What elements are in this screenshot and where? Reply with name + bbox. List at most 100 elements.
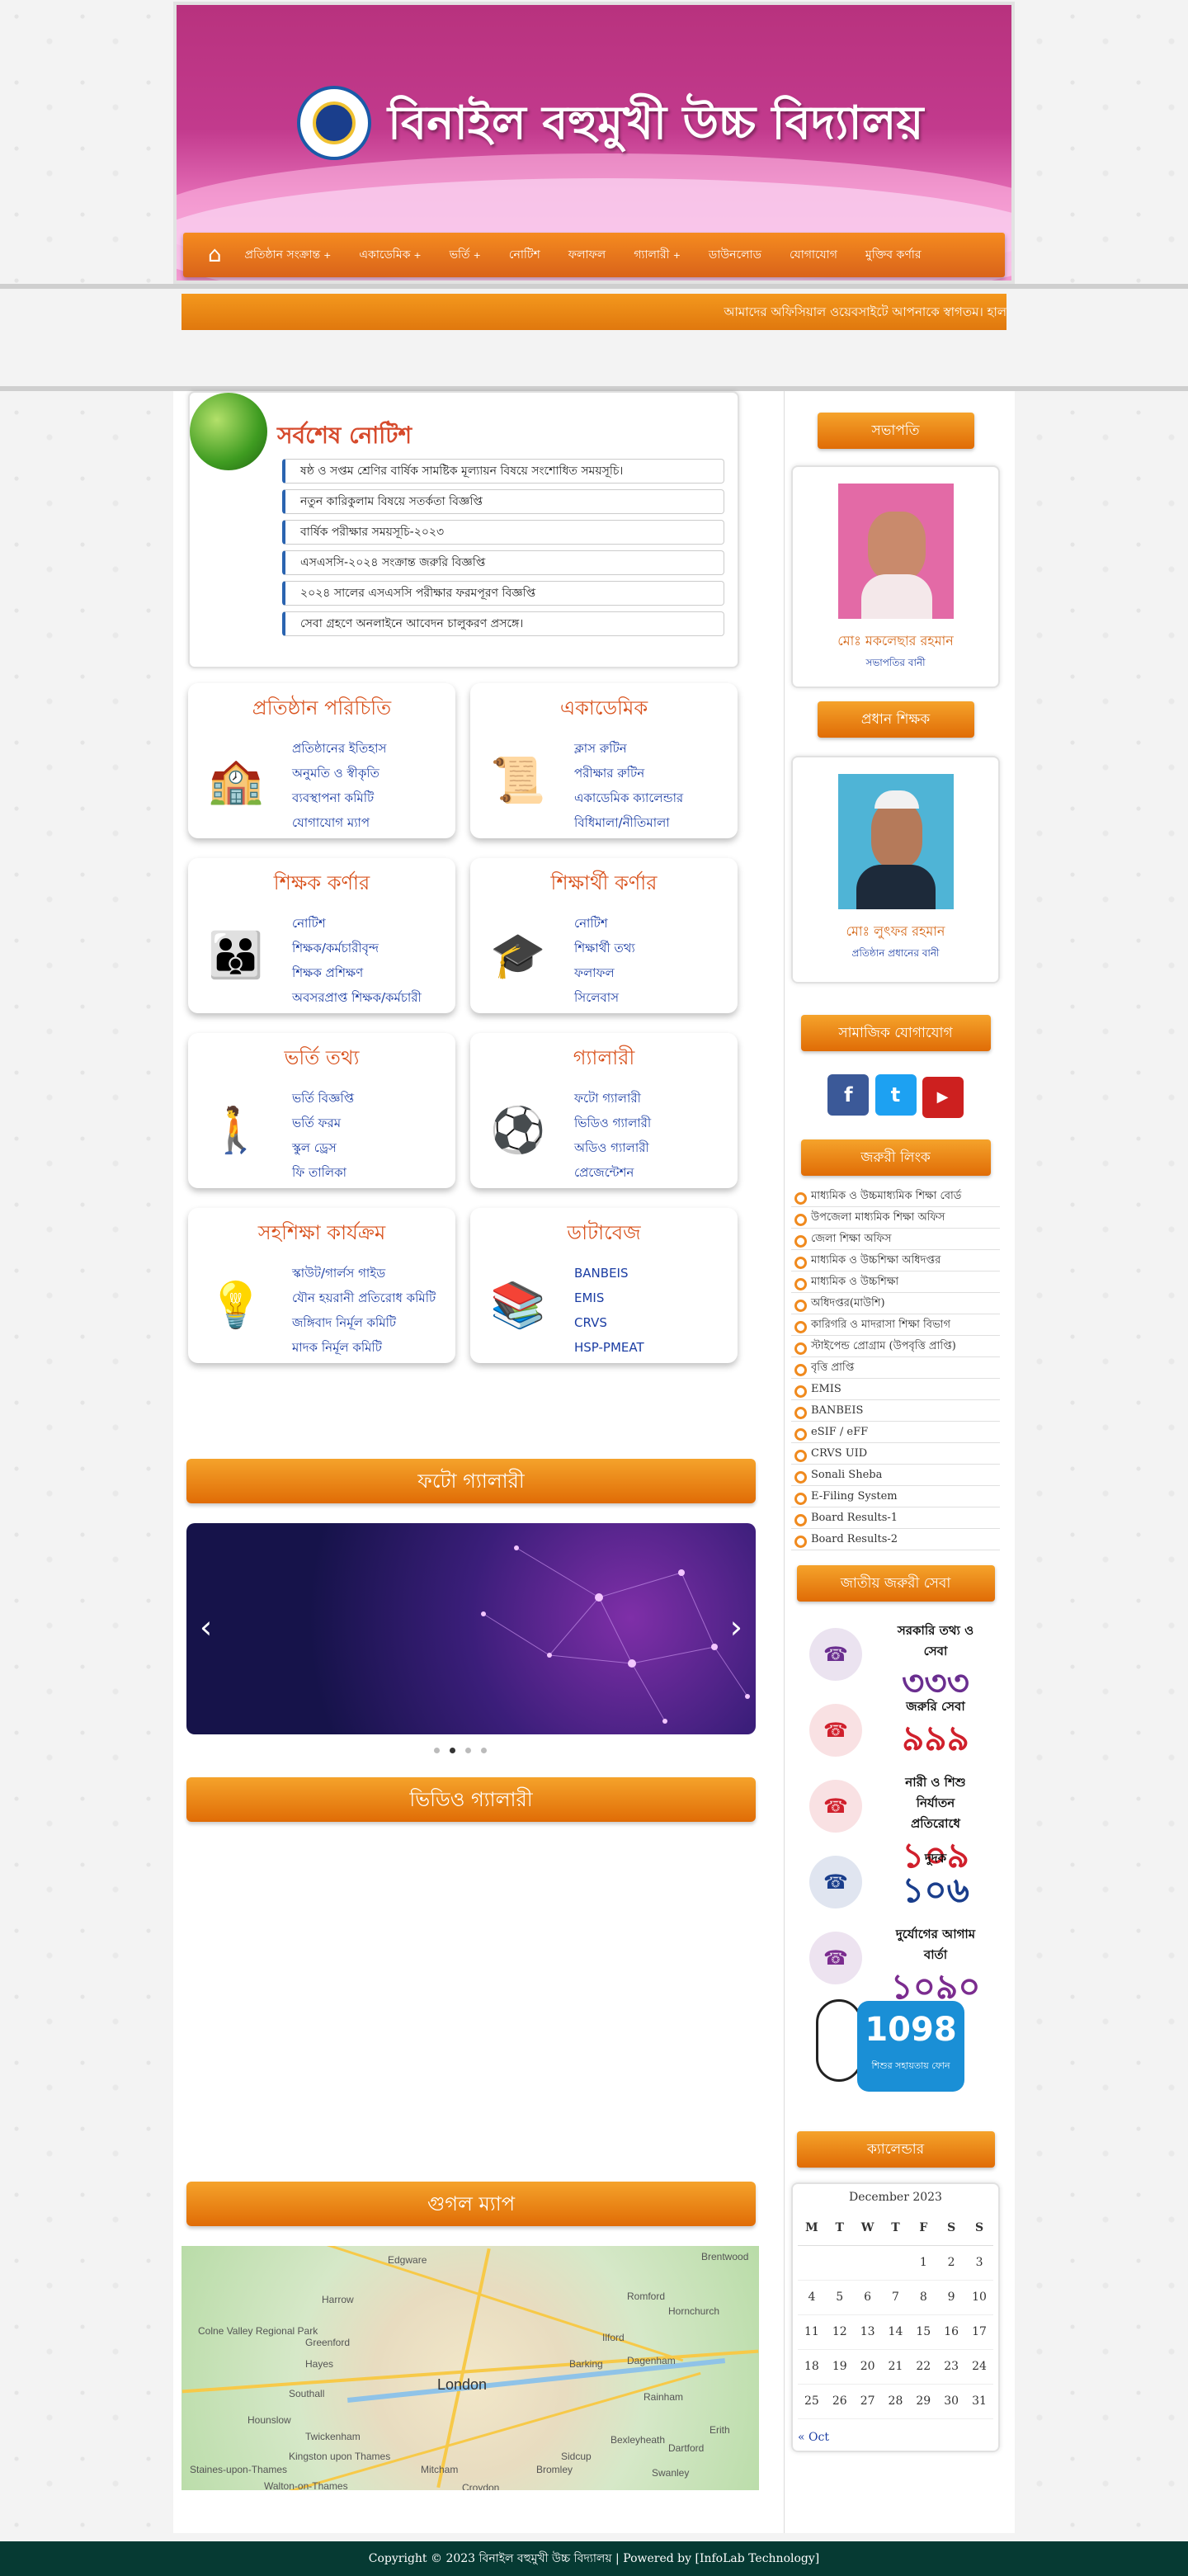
nav-item[interactable]: ফলাফল [568, 245, 606, 265]
calendar-day[interactable]: 14 [881, 2314, 910, 2350]
notice-item[interactable]: এসএসসি-২০২৪ সংক্রান্ত জরুরি বিজ্ঞপ্তি [282, 550, 724, 575]
nav-item[interactable]: মুক্তিব কর্ণার [865, 245, 922, 265]
chairman-message-link[interactable]: সভাপতির বানী [793, 656, 998, 672]
important-link[interactable]: জেলা শিক্ষা অফিস [791, 1229, 1000, 1250]
calendar-day[interactable]: 24 [965, 2349, 993, 2385]
school-logo[interactable] [297, 86, 371, 160]
important-link[interactable]: EMIS [791, 1379, 1000, 1400]
card-link[interactable]: স্কুল ড্রেস [292, 1135, 354, 1160]
important-link[interactable]: বৃত্তি প্রাপ্তি [791, 1357, 1000, 1379]
nav-item[interactable]: গ্যালারী + [634, 245, 681, 265]
calendar-day[interactable]: 1 [909, 2245, 938, 2281]
calendar-day[interactable]: 7 [881, 2280, 910, 2315]
important-link[interactable]: E-Filing System [791, 1486, 1000, 1507]
important-link[interactable]: মাধ্যমিক ও উচ্চমাধ্যমিক শিক্ষা বোর্ড [791, 1186, 1000, 1207]
calendar-day[interactable]: 27 [853, 2384, 882, 2419]
calendar-day[interactable]: 16 [937, 2314, 966, 2350]
hotline-item[interactable]: ☎ সরকারি তথ্য ও সেবা ৩৩৩ [791, 1616, 1000, 1703]
hotline-item[interactable]: ☎ নারী ও শিশু নির্যাতন প্রতিরোধে ১০৯ [791, 1768, 1000, 1875]
card-link[interactable]: প্রেজেন্টেশন [574, 1160, 651, 1185]
slider-dot[interactable] [450, 1748, 455, 1753]
important-link[interactable]: Board Results-1 [791, 1507, 1000, 1529]
notice-item[interactable]: নতুন কারিকুলাম বিষয়ে সতর্কতা বিজ্ঞপ্তি [282, 489, 724, 514]
notice-item[interactable]: সেবা গ্রহণে অনলাইনে আবেদন চালুকরণ প্রসঙ্… [282, 611, 724, 636]
calendar-day[interactable]: 28 [881, 2384, 910, 2419]
card-link[interactable]: অডিও গ্যালারী [574, 1135, 651, 1160]
important-link[interactable]: অধিদপ্তর(মাউশি) [791, 1293, 1000, 1314]
important-link[interactable]: eSIF / eFF [791, 1422, 1000, 1443]
calendar-day[interactable]: 4 [798, 2280, 826, 2315]
card-link[interactable]: শিক্ষক প্রশিক্ষণ [292, 960, 422, 985]
calendar-day[interactable]: 23 [937, 2349, 966, 2385]
card-link[interactable]: ফটো গ্যালারী [574, 1086, 651, 1111]
calendar-day[interactable]: 25 [798, 2384, 826, 2419]
card-link[interactable]: বিধিমালা/নীতিমালা [574, 810, 683, 835]
nav-item[interactable]: ভর্তি + [450, 245, 481, 265]
card-link[interactable]: ক্লাস রুটিন [574, 736, 683, 761]
important-link[interactable]: স্টাইপেন্ড প্রোগ্রাম (উপবৃত্তি প্রাপ্তি) [791, 1336, 1000, 1357]
google-map[interactable]: Edgware Brentwood Harrow Romford Hornchurch C… [182, 2246, 759, 2490]
calendar-day[interactable]: 17 [965, 2314, 993, 2350]
card-link[interactable]: মাদক নির্মূল কমিটি [292, 1335, 436, 1360]
important-link[interactable]: Sonali Sheba [791, 1465, 1000, 1486]
card-link[interactable]: ফি তালিকা [292, 1160, 354, 1185]
calendar-day[interactable]: 21 [881, 2349, 910, 2385]
calendar-day[interactable]: 12 [825, 2314, 854, 2350]
calendar-day[interactable]: 5 [825, 2280, 854, 2315]
nav-item[interactable]: নোটিশ [509, 245, 540, 265]
important-link[interactable]: Board Results-2 [791, 1529, 1000, 1550]
nav-item[interactable]: প্রতিষ্ঠান সংক্রান্ত + [245, 245, 332, 265]
card-link[interactable]: সিলেবাস [574, 985, 635, 1010]
notice-item[interactable]: ২০২৪ সালের এসএসসি পরীক্ষার ফরমপূরণ বিজ্ঞ… [282, 581, 724, 606]
calendar-day[interactable]: 9 [937, 2280, 966, 2315]
card-link[interactable]: ভর্তি বিজ্ঞপ্তি [292, 1086, 354, 1111]
nav-item[interactable]: যোগাযোগ [790, 245, 837, 265]
card-link[interactable]: শিক্ষার্থী তথ্য [574, 936, 635, 960]
card-link[interactable]: ফলাফল [574, 960, 635, 985]
card-link[interactable]: ভিডিও গ্যালারী [574, 1111, 651, 1135]
card-link[interactable]: পরীক্ষার রুটিন [574, 761, 683, 786]
facebook-icon[interactable]: f [827, 1074, 870, 1116]
card-link[interactable]: EMIS [574, 1286, 644, 1310]
card-link[interactable]: CRVS [574, 1310, 644, 1335]
notice-item[interactable]: বার্ষিক পরীক্ষার সময়সূচি-২০২৩ [282, 520, 724, 545]
card-link[interactable]: একাডেমিক ক্যালেন্ডার [574, 786, 683, 810]
calendar-day[interactable]: 3 [965, 2245, 993, 2281]
calendar-day[interactable]: 19 [825, 2349, 854, 2385]
card-link[interactable]: শিক্ষক/কর্মচারীবৃন্দ [292, 936, 422, 960]
important-link[interactable]: মাধ্যমিক ও উচ্চশিক্ষা [791, 1271, 1000, 1293]
calendar-day[interactable]: 18 [798, 2349, 826, 2385]
card-link[interactable]: ব্যবস্থাপনা কমিটি [292, 786, 386, 810]
important-link[interactable]: উপজেলা মাধ্যমিক শিক্ষা অফিস [791, 1207, 1000, 1229]
hotline-item[interactable]: ☎ দুর্যোগের আগাম বার্তা ১০৯০ [791, 1920, 1000, 2007]
important-link[interactable]: মাধ্যমিক ও উচ্চশিক্ষা অধিদপ্তর [791, 1250, 1000, 1271]
card-link[interactable]: প্রতিষ্ঠানের ইতিহাস [292, 736, 386, 761]
nav-item[interactable]: একাডেমিক + [359, 245, 421, 265]
card-link[interactable]: অবসরপ্রাপ্ত শিক্ষক/কর্মচারী [292, 985, 422, 1010]
calendar-day[interactable]: 13 [853, 2314, 882, 2350]
site-title[interactable]: বিনাইল বহুমুখী উচ্চ বিদ্যালয় [388, 87, 923, 165]
calendar-day[interactable]: 26 [825, 2384, 854, 2419]
card-link[interactable]: স্কাউট/গার্লস গাইড [292, 1261, 436, 1286]
hotline-item[interactable]: ☎ দুদক ১০৬ [791, 1844, 1000, 1920]
important-link[interactable]: কারিগরি ও মাদরাসা শিক্ষা বিভাগ [791, 1314, 1000, 1336]
marquee-text[interactable]: আমাদের অফিসিয়াল ওয়েবসাইটে আপনাকে স্বাগ… [724, 294, 1006, 330]
calendar-day[interactable]: 8 [909, 2280, 938, 2315]
calendar-day[interactable]: 22 [909, 2349, 938, 2385]
twitter-icon[interactable]: t [874, 1074, 917, 1116]
calendar-day[interactable]: 20 [853, 2349, 882, 2385]
calendar-day[interactable]: 10 [965, 2280, 993, 2315]
home-icon[interactable]: ⌂ [208, 243, 222, 267]
card-link[interactable]: HSP-PMEAT [574, 1335, 644, 1360]
hotline-item[interactable]: ☎ জরুরি সেবা ৯৯৯ [791, 1692, 1000, 1768]
calendar-day[interactable]: 29 [909, 2384, 938, 2419]
calendar-day[interactable]: 11 [798, 2314, 826, 2350]
child-helpline[interactable]: 1098 শিশুর সহায়তায় ফোন [791, 1996, 1000, 2100]
calendar-day[interactable]: 31 [965, 2384, 993, 2419]
calendar-day[interactable]: 30 [937, 2384, 966, 2419]
headmaster-message-link[interactable]: প্রতিষ্ঠান প্রধানের বানী [793, 946, 998, 963]
card-link[interactable]: যোগাযোগ ম্যাপ [292, 810, 386, 835]
nav-item[interactable]: ডাউনলোড [709, 245, 761, 265]
card-link[interactable]: BANBEIS [574, 1261, 644, 1286]
card-link[interactable]: নোটিশ [292, 911, 422, 936]
